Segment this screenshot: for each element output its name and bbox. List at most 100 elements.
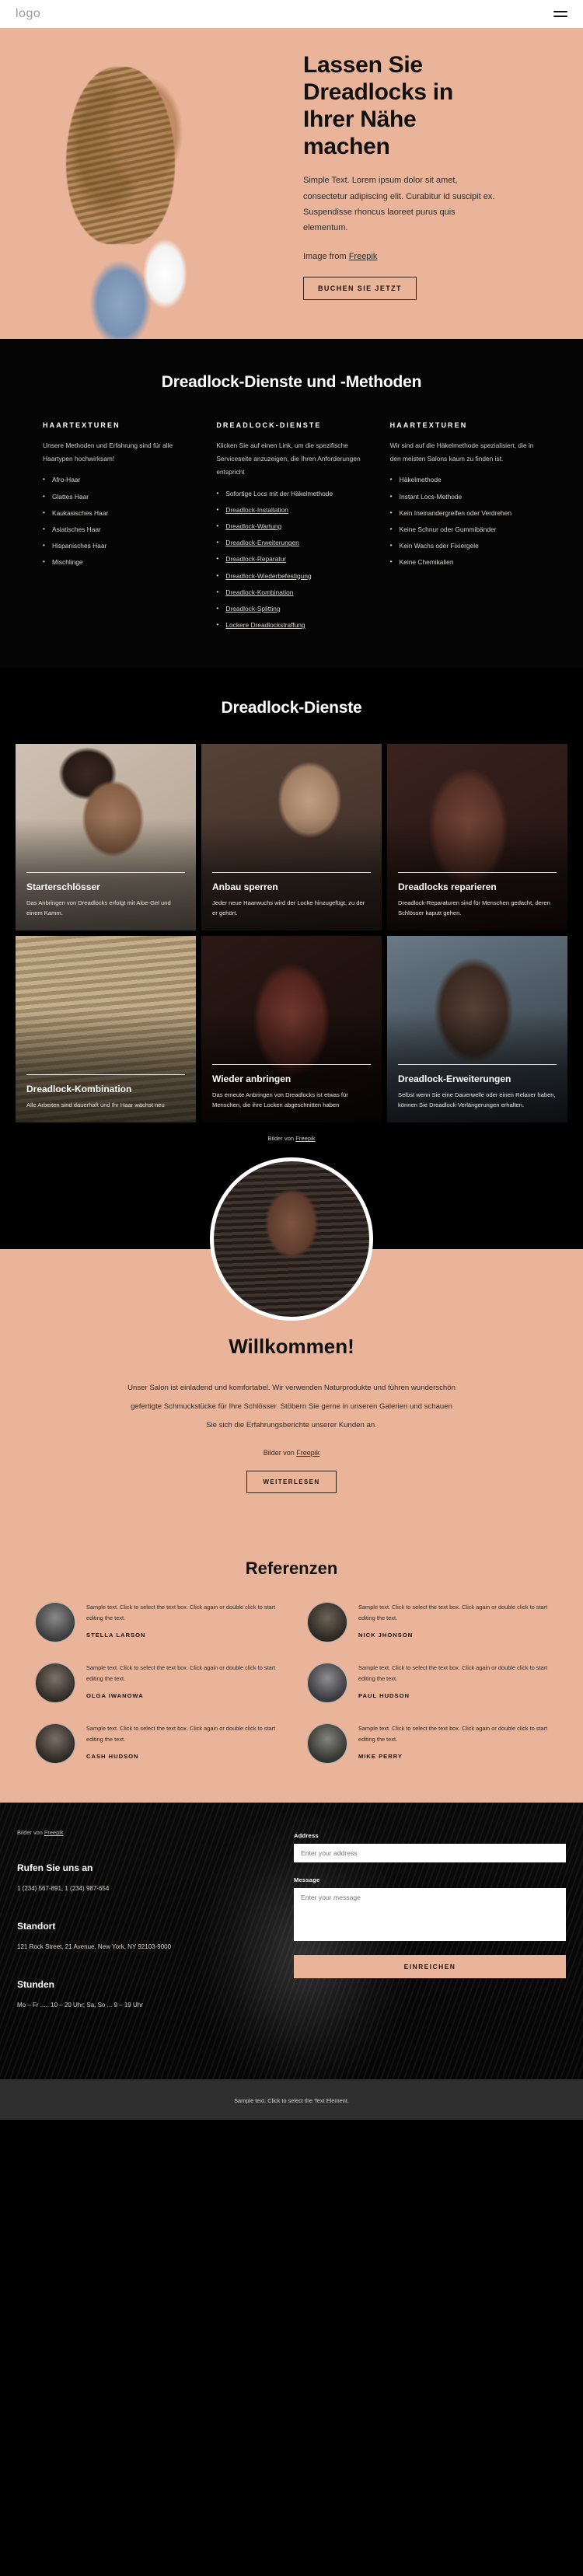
avatar [307, 1663, 347, 1704]
card-description: Das erneute Anbringen von Dreadlocks ist… [212, 1091, 348, 1109]
card-divider [398, 1064, 557, 1066]
list-item-label: Kein Ineinandergreifen oder Verdrehen [399, 508, 511, 517]
phone-heading: Rufen Sie uns an [17, 1862, 93, 1874]
testimonial-item: Sample text. Click to select the text bo… [307, 1602, 548, 1643]
welcome-title: Willkommen! [229, 1335, 354, 1359]
card-description: Selbst wenn Sie eine Dauerwelle oder ein… [398, 1091, 556, 1109]
gallery-card[interactable]: Starterschlösser Das Anbringen von Dread… [16, 744, 196, 931]
hamburger-menu-icon[interactable] [553, 11, 567, 17]
list-item-label: Mischlinge [52, 558, 83, 567]
list-item: Afro-Haar [43, 474, 193, 484]
testimonial-author: OLGA IWANOWA [86, 1691, 144, 1699]
testimonial-author: NICK JHONSON [358, 1631, 414, 1639]
welcome-avatar [210, 1157, 373, 1321]
service-link-wiederbefestigung[interactable]: Dreadlock-Wiederbefestigung [225, 572, 311, 580]
contact-info: Bilder von Freepik Rufen Sie uns an 1 (2… [17, 1829, 274, 2037]
list-item: Instant Locs-Methode [390, 491, 540, 501]
methods-column-services: DREADLOCK-DIENSTE Klicken Sie auf einen … [216, 421, 366, 637]
list-item: Keine Schnur oder Gummibänder [390, 524, 540, 534]
testimonial-author: MIKE PERRY [358, 1752, 403, 1760]
hours-heading: Stunden [17, 1978, 54, 1990]
bottom-bar: Sample text. Click to select the Text El… [0, 2079, 583, 2120]
list-item[interactable]: Dreadlock-Wartung [216, 521, 366, 531]
gallery-credit-link[interactable]: Freepik [295, 1135, 315, 1142]
service-link-kombination[interactable]: Dreadlock-Kombination [225, 588, 293, 596]
welcome-section: Willkommen! Unser Salon ist einladend un… [0, 1157, 583, 1528]
list-item-label: Kein Wachs oder Fixiergele [399, 542, 479, 550]
list-item[interactable]: Dreadlock-Wiederbefestigung [216, 571, 366, 581]
gallery-card[interactable]: Dreadlocks reparieren Dreadlock-Reparatu… [387, 744, 567, 931]
location-value: 121 Rock Street, 21 Avenue, New York, NY… [17, 1943, 172, 1951]
list-item[interactable]: Dreadlock-Installation [216, 504, 366, 515]
welcome-credit-link[interactable]: Freepik [296, 1449, 319, 1457]
card-divider [26, 872, 185, 874]
site-logo[interactable]: logo [16, 7, 40, 21]
column-list: Sofortige Locs mit der Häkelmethode Drea… [216, 488, 366, 630]
column-heading: HAARTEXTUREN [43, 421, 120, 429]
contact-credit-link[interactable]: Freepik [44, 1829, 64, 1836]
avatar [35, 1602, 75, 1643]
hero-credit-link[interactable]: Freepik [349, 252, 378, 261]
phone-value: 1 (234) 567-891, 1 (234) 987-654 [17, 1885, 110, 1893]
card-description: Dreadlock-Reparaturen sind für Menschen … [398, 899, 550, 917]
read-more-button[interactable]: WEITERLESEN [246, 1471, 337, 1494]
book-now-button[interactable]: BUCHEN SIE JETZT [303, 276, 417, 300]
avatar [35, 1723, 75, 1764]
card-title: Dreadlocks reparieren [398, 881, 497, 893]
column-heading: HAARTEXTUREN [389, 421, 468, 429]
testimonial-text: Sample text. Click to select the text bo… [358, 1725, 548, 1743]
submit-button[interactable]: EINREICHEN [294, 1955, 566, 1979]
testimonial-text: Sample text. Click to select the text bo… [86, 1725, 276, 1743]
testimonial-body: Sample text. Click to select the text bo… [358, 1723, 548, 1759]
welcome-image-credit: Bilder von Freepik [0, 1449, 583, 1457]
location-heading: Standort [17, 1921, 56, 1932]
page-root: logo Lassen Sie Dreadlocks in Ihrer Nähe… [0, 0, 583, 2120]
card-divider [26, 1074, 185, 1076]
gallery-card[interactable]: Anbau sperren Jeder neue Haarwuchs wird … [201, 744, 382, 931]
service-link-splitting[interactable]: Dreadlock-Splitting [225, 605, 280, 613]
methods-section: Dreadlock-Dienste und -Methoden HAARTEXT… [0, 339, 583, 668]
message-textarea[interactable] [294, 1888, 566, 1942]
gallery-credit-prefix: Bilder von [267, 1135, 296, 1143]
card-title: Anbau sperren [212, 881, 278, 893]
list-item[interactable]: Dreadlock-Erweiterungen [216, 537, 366, 547]
card-body: Dreadlock-Kombination Alle Arbeiten sind… [26, 1074, 185, 1110]
burger-bar [553, 16, 567, 17]
card-title: Wieder anbringen [212, 1073, 292, 1085]
hero-credit-prefix: Image from [303, 251, 349, 261]
contact-section: Bilder von Freepik Rufen Sie uns an 1 (2… [0, 1803, 583, 2079]
service-link-wartung[interactable]: Dreadlock-Wartung [225, 522, 281, 530]
address-label: Address [294, 1832, 319, 1840]
list-item[interactable]: Dreadlock-Kombination [216, 587, 366, 597]
list-item-label: Keine Schnur oder Gummibänder [399, 525, 497, 533]
service-link-erweiterungen[interactable]: Dreadlock-Erweiterungen [225, 539, 299, 546]
gallery-card[interactable]: Dreadlock-Erweiterungen Selbst wenn Sie … [387, 936, 567, 1123]
testimonial-author: CASH HUDSON [86, 1752, 139, 1760]
gallery-grid: Starterschlösser Das Anbringen von Dread… [0, 744, 583, 1123]
list-item[interactable]: Dreadlock-Splitting [216, 603, 366, 613]
avatar [307, 1723, 347, 1764]
card-title: Starterschlösser [26, 881, 100, 893]
testimonial-text: Sample text. Click to select the text bo… [86, 1664, 276, 1682]
gallery-card[interactable]: Dreadlock-Kombination Alle Arbeiten sind… [16, 936, 196, 1123]
list-item[interactable]: Lockere Dreadlockstraffung [216, 620, 366, 630]
testimonials-grid: Sample text. Click to select the text bo… [0, 1602, 583, 1764]
service-link-installation[interactable]: Dreadlock-Installation [225, 506, 288, 514]
gallery-card[interactable]: Wieder anbringen Das erneute Anbringen v… [201, 936, 382, 1123]
hero-image-credit: Image from Freepik [303, 252, 552, 261]
card-divider [398, 872, 557, 874]
testimonial-text: Sample text. Click to select the text bo… [358, 1604, 548, 1621]
testimonial-item: Sample text. Click to select the text bo… [35, 1663, 276, 1704]
column-list: Afro-Haar Glattes Haar Kaukasisches Haar… [43, 474, 193, 567]
testimonials-title: Referenzen [245, 1559, 338, 1579]
list-item-label: Sofortige Locs mit der Häkelmethode [225, 489, 333, 497]
gallery-title: Dreadlock-Dienste [221, 699, 362, 717]
list-item-label: Häkelmethode [399, 476, 442, 484]
service-link-reparatur[interactable]: Dreadlock-Reparatur [225, 555, 286, 563]
list-item[interactable]: Dreadlock-Reparatur [216, 553, 366, 564]
address-input[interactable] [294, 1844, 566, 1863]
service-link-straffung[interactable]: Lockere Dreadlockstraffung [225, 621, 305, 629]
testimonial-body: Sample text. Click to select the text bo… [358, 1663, 548, 1698]
card-body: Dreadlock-Erweiterungen Selbst wenn Sie … [398, 1064, 557, 1110]
testimonial-item: Sample text. Click to select the text bo… [35, 1723, 276, 1764]
